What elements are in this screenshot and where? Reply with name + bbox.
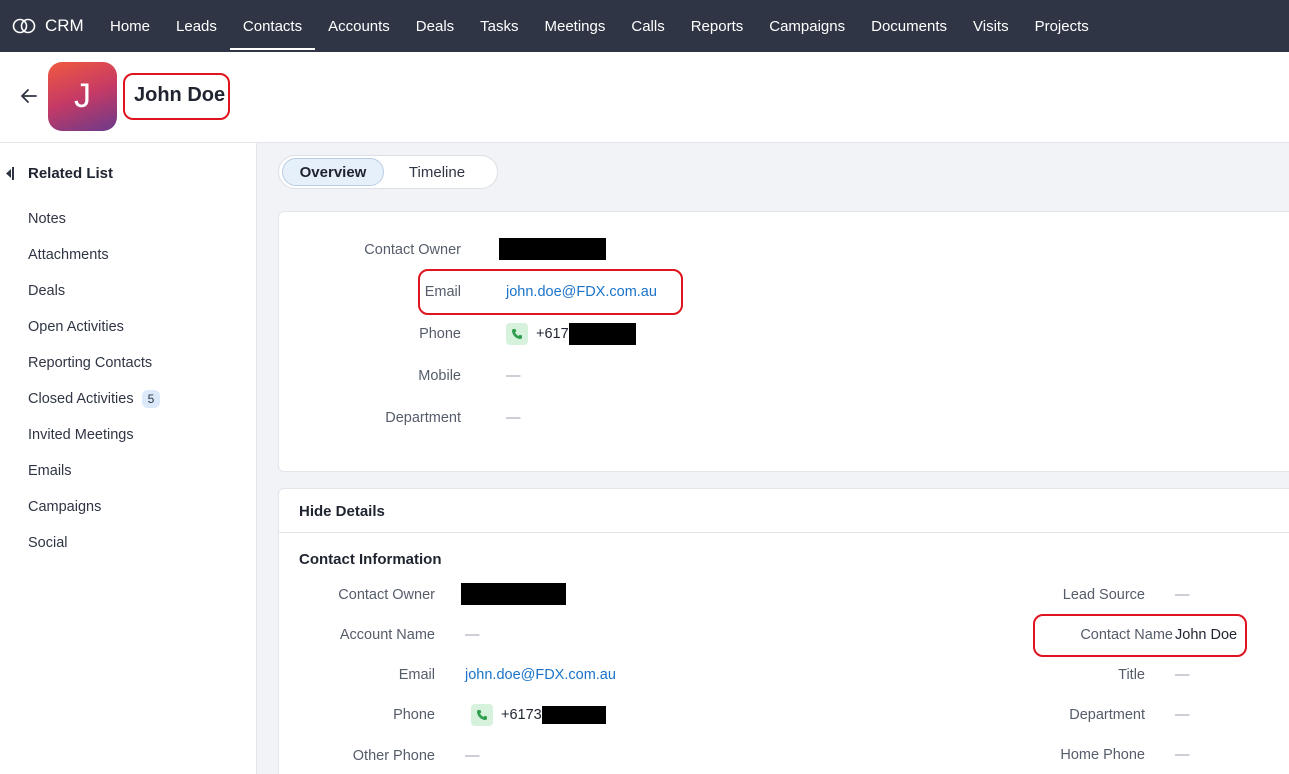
redacted-block xyxy=(499,238,606,260)
highlight-email xyxy=(418,269,683,315)
tab-timeline[interactable]: Timeline xyxy=(384,158,490,186)
related-item-emails[interactable]: Emails xyxy=(28,453,160,489)
nav-item-leads[interactable]: Leads xyxy=(163,0,230,52)
detail-contact-owner-value[interactable] xyxy=(461,583,566,605)
highlight-contact-name xyxy=(1033,614,1247,657)
phone-icon[interactable] xyxy=(506,323,528,345)
detail-other-phone-label: Other Phone xyxy=(352,748,435,764)
tab-overview[interactable]: Overview xyxy=(282,158,384,186)
detail-email-label: Email xyxy=(398,667,435,683)
detail-department-label: Department xyxy=(1069,707,1145,723)
detail-other-phone-value: — xyxy=(465,748,480,764)
detail-account-name-label: Account Name xyxy=(339,627,435,643)
contact-owner-label: Contact Owner xyxy=(364,242,461,258)
department-label: Department xyxy=(385,410,461,426)
detail-phone-value[interactable]: +6173 xyxy=(471,704,606,726)
related-item-closed-activities[interactable]: Closed Activities 5 xyxy=(28,381,161,417)
nav-item-tasks[interactable]: Tasks xyxy=(467,0,531,52)
nav-item-reports[interactable]: Reports xyxy=(678,0,757,52)
related-item-invited-meetings[interactable]: Invited Meetings xyxy=(28,417,160,453)
nav-item-visits[interactable]: Visits xyxy=(960,0,1022,52)
brand-name: CRM xyxy=(45,16,84,35)
detail-lead-source-label: Lead Source xyxy=(1062,587,1145,603)
department-value: — xyxy=(506,410,521,426)
related-item-attachments[interactable]: Attachments xyxy=(28,237,160,273)
detail-title-label: Title xyxy=(1118,667,1145,683)
main-content: Overview Timeline Contact Owner Email jo… xyxy=(257,143,1289,774)
contact-information-heading: Contact Information xyxy=(299,551,442,568)
related-list-sidebar: Related List Notes Attachments Deals Ope… xyxy=(0,143,257,774)
back-arrow-icon[interactable] xyxy=(18,85,40,107)
related-item-social[interactable]: Social xyxy=(28,525,160,561)
related-item-label: Closed Activities xyxy=(28,391,134,407)
phone-value[interactable]: +617 xyxy=(506,323,636,345)
nav-item-calls[interactable]: Calls xyxy=(618,0,677,52)
overview-card: Contact Owner Email john.doe@FDX.com.au … xyxy=(278,211,1289,472)
phone-number: +617 xyxy=(536,325,569,342)
detail-lead-source-value: — xyxy=(1175,587,1190,603)
related-list: Notes Attachments Deals Open Activities … xyxy=(28,201,161,561)
nav-item-projects[interactable]: Projects xyxy=(1022,0,1102,52)
count-badge: 5 xyxy=(141,390,161,408)
detail-email-link[interactable]: john.doe@FDX.com.au xyxy=(465,667,616,683)
mobile-value: — xyxy=(506,368,521,384)
phone-number: +6173 xyxy=(501,706,542,723)
related-item-open-activities[interactable]: Open Activities xyxy=(28,309,160,345)
redacted-block xyxy=(541,706,606,724)
redacted-block xyxy=(461,583,566,605)
nav-item-contacts[interactable]: Contacts xyxy=(229,0,316,52)
detail-home-phone-value: — xyxy=(1175,747,1190,763)
highlight-record-name xyxy=(123,73,230,120)
nav-item-campaigns[interactable]: Campaigns xyxy=(756,0,858,52)
nav-item-meetings[interactable]: Meetings xyxy=(532,0,619,52)
redacted-block xyxy=(568,323,636,345)
detail-phone-label: Phone xyxy=(393,707,435,723)
related-item-notes[interactable]: Notes xyxy=(28,201,160,237)
detail-home-phone-label: Home Phone xyxy=(1060,747,1145,763)
related-item-reporting-contacts[interactable]: Reporting Contacts xyxy=(28,345,160,381)
contact-owner-value[interactable] xyxy=(499,238,606,260)
related-item-campaigns[interactable]: Campaigns xyxy=(28,489,160,525)
detail-title-value: — xyxy=(1175,667,1190,683)
mobile-label: Mobile xyxy=(418,368,461,384)
phone-label: Phone xyxy=(419,326,461,342)
nav-item-documents[interactable]: Documents xyxy=(858,0,960,52)
detail-account-name-value: — xyxy=(465,627,480,643)
avatar: J xyxy=(48,62,117,131)
hide-details-toggle[interactable]: Hide Details xyxy=(299,503,385,520)
crm-logo-icon xyxy=(12,18,36,34)
detail-department-value: — xyxy=(1175,707,1190,723)
top-nav: CRM Home Leads Contacts Accounts Deals T… xyxy=(0,0,1289,52)
brand[interactable]: CRM xyxy=(0,0,97,52)
record-header: J John Doe xyxy=(0,52,1289,143)
nav-item-home[interactable]: Home xyxy=(97,0,163,52)
nav-item-accounts[interactable]: Accounts xyxy=(315,0,403,52)
details-header: Hide Details xyxy=(279,489,1289,533)
related-list-heading: Related List xyxy=(28,165,114,182)
detail-contact-owner-label: Contact Owner xyxy=(338,587,435,603)
view-tabs: Overview Timeline xyxy=(278,155,498,189)
nav-item-deals[interactable]: Deals xyxy=(403,0,467,52)
collapse-caret-icon[interactable] xyxy=(6,167,14,180)
related-item-deals[interactable]: Deals xyxy=(28,273,160,309)
phone-icon[interactable] xyxy=(471,704,493,726)
